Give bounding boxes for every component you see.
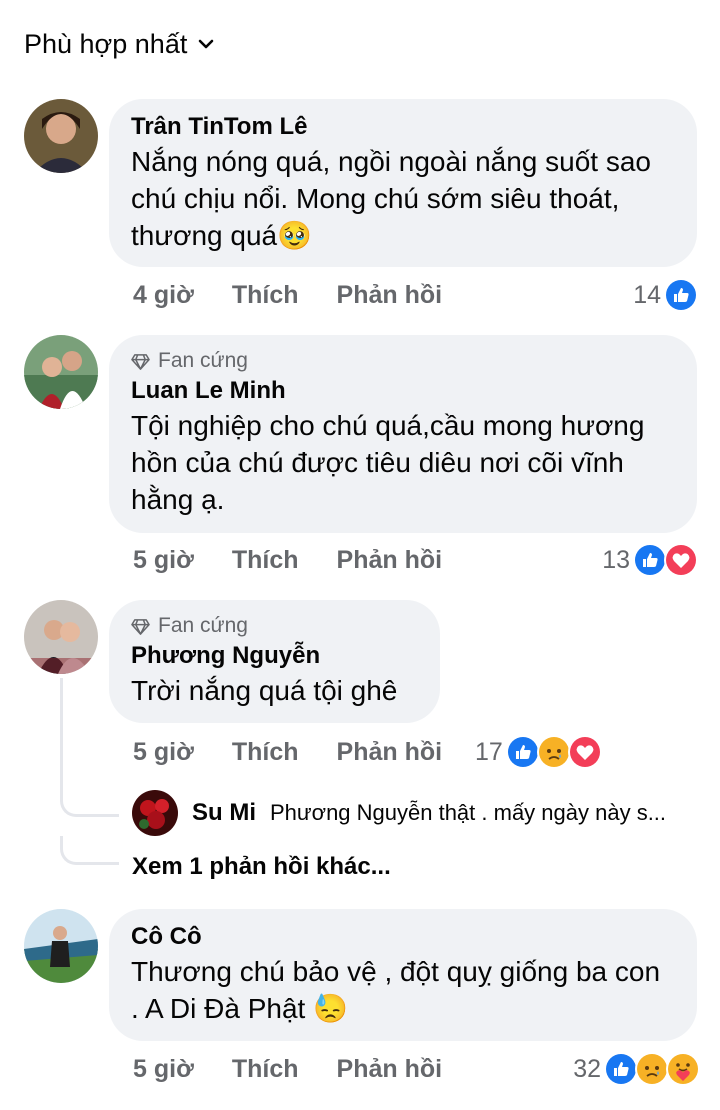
diamond-icon bbox=[131, 353, 150, 370]
thread-connector bbox=[60, 790, 119, 817]
comment-bubble: Cô Cô Thương chú bảo vệ , đột quỵ giống … bbox=[109, 909, 697, 1041]
fan-badge: Fan cứng bbox=[131, 347, 675, 375]
avatar[interactable] bbox=[132, 790, 178, 836]
comment-author[interactable]: Phương Nguyễn bbox=[131, 640, 418, 672]
reaction-count: 13 bbox=[602, 545, 630, 574]
sad-icon bbox=[635, 1052, 669, 1086]
like-button[interactable]: Thích bbox=[232, 1055, 299, 1084]
comment-time[interactable]: 4 giờ bbox=[133, 281, 194, 310]
comment-actions: 4 giờ Thích Phản hồi bbox=[133, 281, 442, 310]
comment-text: Thương chú bảo vệ , đột quỵ giống ba con… bbox=[131, 956, 661, 1024]
reaction-summary[interactable]: 17 bbox=[475, 735, 602, 769]
care-icon bbox=[666, 1052, 700, 1086]
thread-line bbox=[60, 678, 63, 798]
like-button[interactable]: Thích bbox=[232, 546, 299, 575]
more-replies-link[interactable]: Xem 1 phản hồi khác... bbox=[132, 853, 391, 881]
fan-badge-label: Fan cứng bbox=[158, 349, 248, 372]
avatar[interactable] bbox=[24, 909, 98, 983]
reaction-count: 14 bbox=[633, 280, 661, 309]
avatar[interactable] bbox=[24, 99, 98, 173]
comment-text: Tội nghiệp cho chú quá,cầu mong hương hồ… bbox=[131, 410, 645, 515]
diamond-icon bbox=[131, 618, 150, 635]
comment-actions: 5 giờ Thích Phản hồi bbox=[133, 1055, 442, 1084]
like-button[interactable]: Thích bbox=[232, 281, 299, 310]
reply-button[interactable]: Phản hồi bbox=[337, 281, 443, 310]
love-icon bbox=[664, 543, 698, 577]
comment-actions: 5 giờ Thích Phản hồi bbox=[133, 738, 442, 767]
like-button[interactable]: Thích bbox=[232, 738, 299, 767]
reaction-count: 17 bbox=[475, 737, 503, 766]
fan-badge: Fan cứng bbox=[131, 612, 418, 640]
sort-dropdown[interactable]: Phù hợp nhất bbox=[24, 24, 215, 64]
thread-connector bbox=[60, 836, 119, 865]
reaction-summary[interactable]: 13 bbox=[602, 543, 698, 577]
sad-icon bbox=[536, 735, 571, 769]
like-icon bbox=[604, 1052, 638, 1086]
comment-text: Trời nắng quá tội ghê bbox=[131, 675, 398, 706]
avatar[interactable] bbox=[24, 335, 98, 409]
comment-actions: 5 giờ Thích Phản hồi bbox=[133, 546, 442, 575]
comment-time[interactable]: 5 giờ bbox=[133, 1055, 194, 1084]
reaction-count: 32 bbox=[573, 1054, 601, 1083]
reply-button[interactable]: Phản hồi bbox=[337, 546, 443, 575]
comment-time[interactable]: 5 giờ bbox=[133, 738, 194, 767]
love-icon bbox=[567, 735, 602, 769]
reply-author[interactable]: Su Mi bbox=[192, 799, 256, 827]
like-icon bbox=[505, 735, 540, 769]
comment-time[interactable]: 5 giờ bbox=[133, 546, 194, 575]
sort-label: Phù hợp nhất bbox=[24, 28, 188, 59]
comment-author[interactable]: Trân TinTom Lê bbox=[131, 111, 675, 143]
reply-preview[interactable]: Su Mi Phương Nguyễn thật . mấy ngày này … bbox=[132, 790, 666, 836]
comment-bubble: Fan cứng Luan Le Minh Tội nghiệp cho chú… bbox=[109, 335, 697, 533]
reply-button[interactable]: Phản hồi bbox=[337, 738, 443, 767]
reaction-summary[interactable]: 14 bbox=[633, 278, 698, 312]
reaction-summary[interactable]: 32 bbox=[573, 1052, 700, 1086]
like-icon bbox=[664, 278, 698, 312]
reply-text: Phương Nguyễn thật . mấy ngày này s... bbox=[270, 800, 667, 825]
fan-badge-label: Fan cứng bbox=[158, 614, 248, 637]
like-icon bbox=[633, 543, 667, 577]
comment-author[interactable]: Cô Cô bbox=[131, 921, 675, 953]
comment-text: Nắng nóng quá, ngồi ngoài nắng suốt sao … bbox=[131, 146, 651, 251]
comment-bubble: Fan cứng Phương Nguyễn Trời nắng quá tội… bbox=[109, 600, 440, 723]
chevron-down-icon bbox=[199, 39, 214, 49]
reply-button[interactable]: Phản hồi bbox=[337, 1055, 443, 1084]
comment-author[interactable]: Luan Le Minh bbox=[131, 375, 675, 407]
avatar[interactable] bbox=[24, 600, 98, 674]
comment-bubble: Trân TinTom Lê Nắng nóng quá, ngồi ngoài… bbox=[109, 99, 697, 267]
